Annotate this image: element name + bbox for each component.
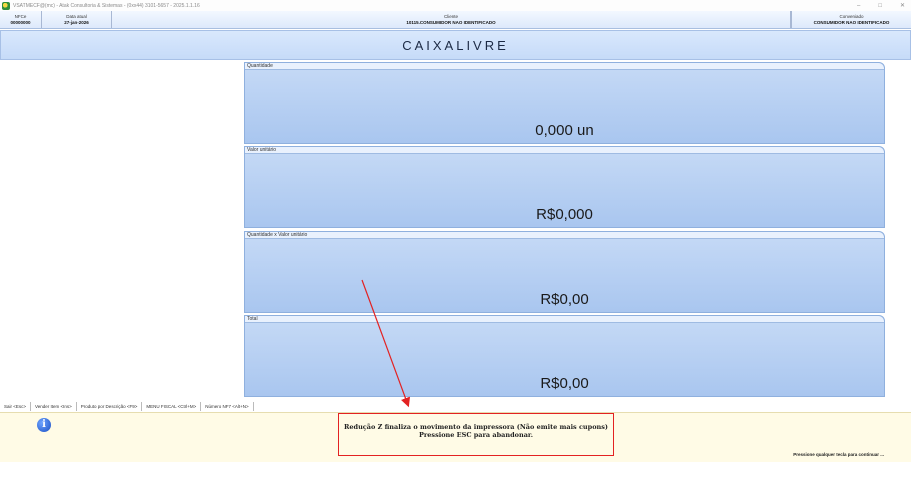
subtotal-value: R$0,00 <box>540 291 589 308</box>
continue-prompt: Pressione qualquer tecla para continuar … <box>793 452 884 457</box>
quantity-label: Quantidade <box>245 63 884 70</box>
minimize-icon[interactable]: – <box>857 3 860 9</box>
cashier-status: CAIXALIVRE <box>402 37 509 53</box>
date-value: 27-jan-2026 <box>64 19 89 25</box>
item-list-panel <box>0 62 243 399</box>
unit-price-value: R$0,000 <box>536 206 593 223</box>
unit-price-panel: Valor unitário R$0,000 <box>244 146 885 228</box>
conveniado-value: CONSUMIDOR NAO IDENTIFICADO <box>813 19 890 25</box>
window-controls: – □ ✕ <box>857 0 905 11</box>
info-icon: i <box>37 418 51 432</box>
unit-price-label: Valor unitário <box>245 147 884 154</box>
shortcut-bar: Sair <Esc> Vender Item <Ins> Produto por… <box>0 402 911 411</box>
conveniado-cell: Conveniado CONSUMIDOR NAO IDENTIFICADO <box>791 11 911 28</box>
shortcut-product-search[interactable]: Produto por Descrição <F9> <box>77 402 143 411</box>
message-area: i Redução Z finaliza o movimento da impr… <box>0 412 911 462</box>
header-info: NFCe 00000000 Data atual 27-jan-2026 Cli… <box>0 11 911 29</box>
title-bar: VSATMECF@(mc) - Atak Consultoria & Siste… <box>0 0 911 11</box>
message-line-1: Redução Z finaliza o movimento da impres… <box>344 423 608 431</box>
client-value: 10115.CONSUMIDOR NAO IDENTIFICADO <box>406 19 496 25</box>
shortcut-sell-item[interactable]: Vender Item <Ins> <box>31 402 77 411</box>
shortcut-fiscal-menu[interactable]: MENU FISCAL <Ctrl+M> <box>142 402 202 411</box>
total-panel: Total R$0,00 <box>244 315 885 397</box>
quantity-value: 0,000 un <box>535 122 594 139</box>
message-box: Redução Z finaliza o movimento da impres… <box>338 413 614 456</box>
date-cell: Data atual 27-jan-2026 <box>42 11 112 28</box>
maximize-icon[interactable]: □ <box>878 3 882 9</box>
shortcut-exit[interactable]: Sair <Esc> <box>0 402 32 411</box>
message-line-2: Pressione ESC para abandonar. <box>418 431 534 439</box>
total-label: Total <box>245 316 884 323</box>
quantity-panel: Quantidade 0,000 un <box>244 62 885 144</box>
subtotal-panel: Quantidade x Valor unitário R$0,00 <box>244 231 885 313</box>
nfce-value: 00000000 <box>10 19 31 25</box>
window-title: VSATMECF@(mc) - Atak Consultoria & Siste… <box>13 2 200 9</box>
cashier-status-bar: CAIXALIVRE <box>0 30 911 60</box>
close-icon[interactable]: ✕ <box>900 2 905 9</box>
client-cell: Cliente 10115.CONSUMIDOR NAO IDENTIFICAD… <box>112 11 791 28</box>
nfce-cell: NFCe 00000000 <box>0 11 42 28</box>
total-value: R$0,00 <box>540 375 589 392</box>
shortcut-nf-number[interactable]: Número NF7 <Alt+N> <box>201 402 254 411</box>
app-icon <box>2 1 10 10</box>
subtotal-label: Quantidade x Valor unitário <box>245 232 884 239</box>
